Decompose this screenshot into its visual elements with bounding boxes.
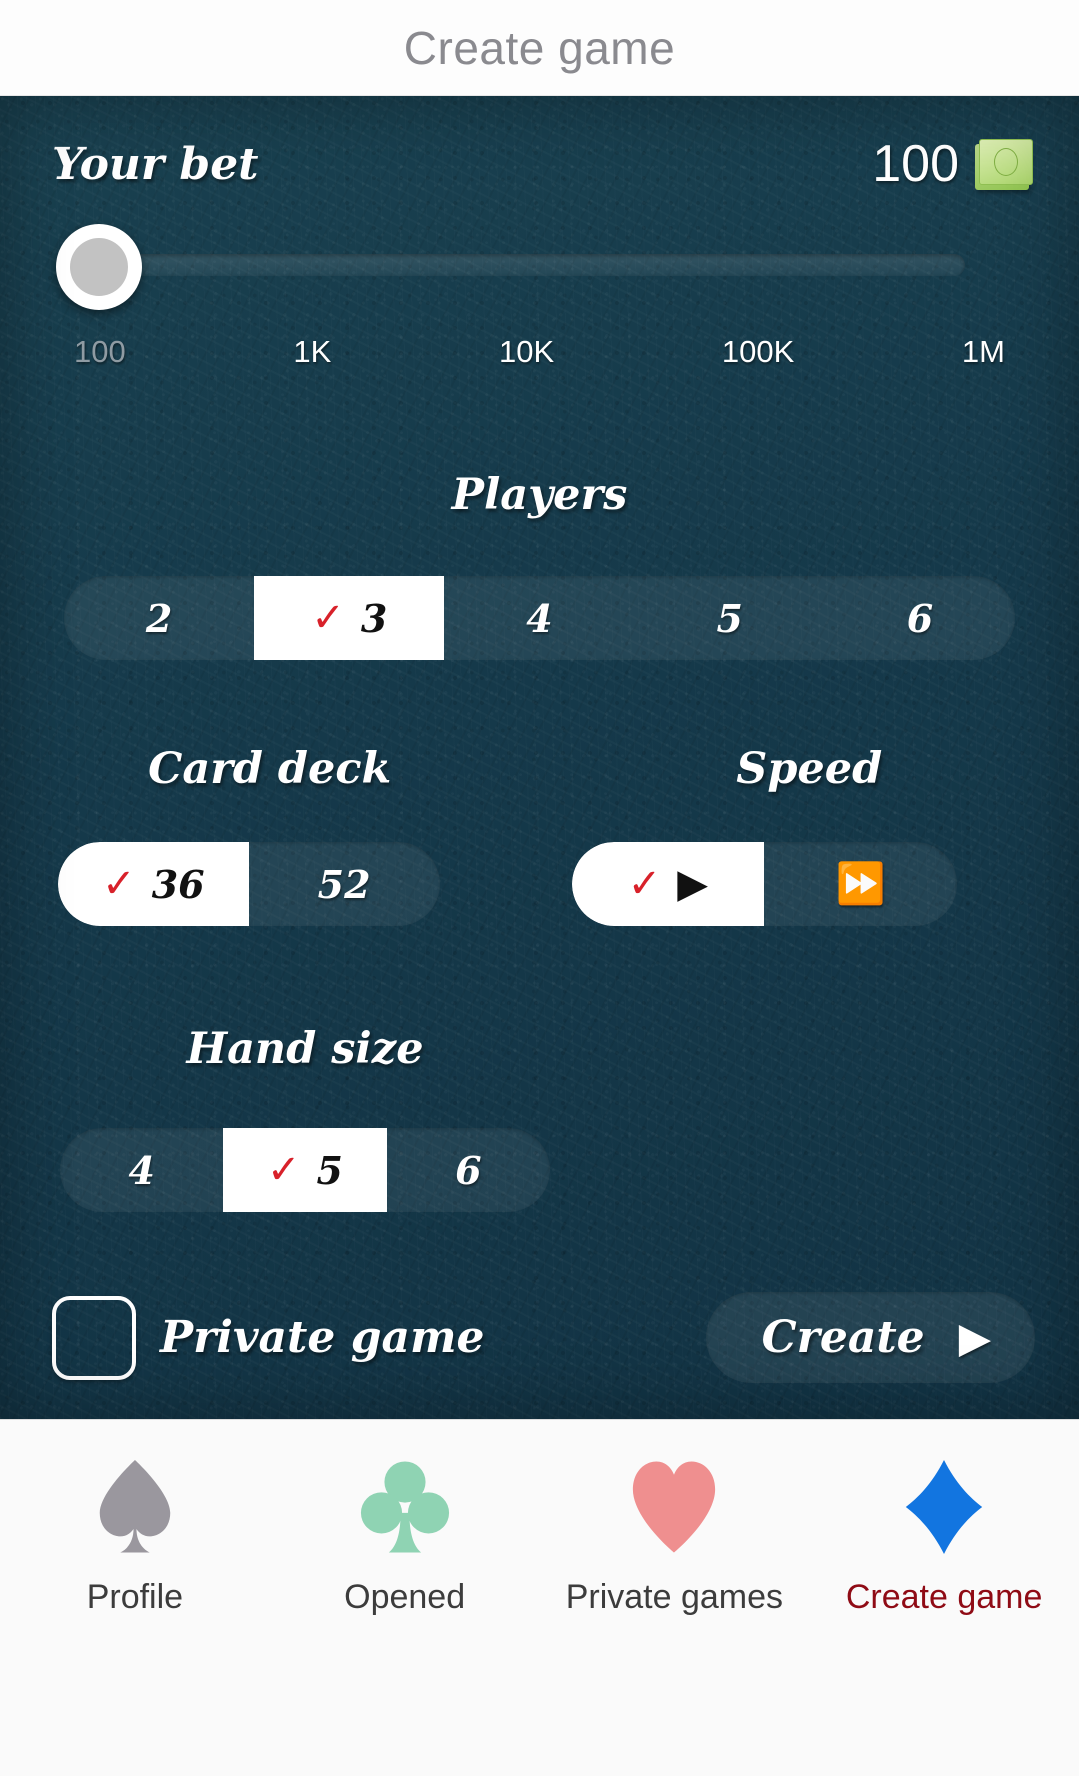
private-game-checkbox[interactable] [52,1295,136,1380]
players-segmented-control[interactable]: 2 ✓ 3 4 5 6 [64,576,1015,660]
page-title: Create game [403,21,676,74]
nav-label-profile: Profile [86,1578,184,1616]
players-option-4-label: 4 [526,595,553,641]
bet-tick-1m[interactable]: 1M [962,334,1005,370]
speed-segmented-control[interactable]: ✓ ▶ ⏩ [571,842,957,926]
card-deck-option-52-label: 52 [317,861,371,907]
bet-slider-track[interactable] [90,254,965,276]
check-icon: ✓ [267,1147,301,1193]
bet-value-group: 100 [872,134,1035,194]
nav-item-private-games[interactable]: Private games [540,1420,810,1617]
card-deck-option-36-label: 36 [151,861,205,907]
bet-slider[interactable]: 100 1K 10K 100K 1M [30,224,1049,369]
bottom-navigation: Profile Opened Private games Create game [0,1419,1079,1776]
card-deck-section: Card deck ✓ 36 52 [0,744,540,926]
speed-option-normal[interactable]: ✓ ▶ [571,842,765,926]
private-game-label: Private game [160,1312,485,1363]
check-icon: ✓ [102,861,136,907]
players-title: Players [451,470,628,520]
hand-size-option-5[interactable]: ✓ 5 [223,1128,387,1212]
nav-item-create-game[interactable]: Create game [809,1420,1079,1617]
players-option-5[interactable]: 5 [635,576,825,660]
hand-size-title: Hand size [186,1024,424,1074]
players-option-5-label: 5 [716,595,743,641]
hand-size-segmented-control[interactable]: 4 ✓ 5 6 [60,1128,550,1212]
game-settings-board: Your bet 100 100 1K 10K 100K 1M Players … [0,96,1079,1419]
create-button-label: Create [761,1312,925,1363]
hand-size-option-5-label: 5 [316,1147,343,1193]
check-icon: ✓ [311,595,345,641]
players-option-3-label: 3 [360,595,388,641]
speed-section: Speed ✓ ▶ ⏩ [540,744,1079,926]
hand-size-option-4[interactable]: 4 [60,1128,223,1212]
hand-size-option-6[interactable]: 6 [387,1128,550,1212]
bet-tick-1k[interactable]: 1K [293,334,331,370]
spade-icon [88,1454,182,1560]
hand-size-option-4-label: 4 [128,1147,155,1193]
page-header: Create game [0,0,1079,96]
card-deck-option-36[interactable]: ✓ 36 [58,842,249,926]
diamond-icon [897,1454,991,1560]
speed-title: Speed [736,744,883,794]
bet-label: Your bet [52,138,259,190]
bet-tick-10k[interactable]: 10K [499,334,554,370]
check-icon: ✓ [627,861,662,907]
players-option-6-label: 6 [906,595,934,641]
nav-label-create-game: Create game [845,1578,1043,1616]
players-option-2[interactable]: 2 [64,576,254,660]
players-option-2-label: 2 [145,595,173,641]
speed-option-fast[interactable]: ⏩ [764,842,957,926]
money-bill-icon [973,136,1035,192]
card-deck-option-52[interactable]: 52 [249,842,440,926]
bet-slider-ticks: 100 1K 10K 100K 1M [74,334,1005,370]
deck-speed-row: Card deck ✓ 36 52 Speed ✓ ▶ ⏩ [0,744,1079,926]
hand-size-option-6-label: 6 [455,1147,482,1193]
fast-speed-icon: ⏩ [835,860,886,907]
private-game-toggle[interactable]: Private game [52,1295,485,1380]
nav-label-private-games: Private games [565,1578,784,1616]
nav-item-opened[interactable]: Opened [270,1420,540,1617]
card-deck-segmented-control[interactable]: ✓ 36 52 [58,842,440,926]
players-option-4[interactable]: 4 [444,576,634,660]
bet-slider-thumb[interactable] [56,224,142,310]
players-option-3[interactable]: ✓ 3 [254,576,445,660]
club-icon [358,1454,452,1560]
actions-row: Private game Create ▶ [52,1292,1035,1383]
bet-tick-100[interactable]: 100 [74,334,126,370]
players-option-6[interactable]: 6 [825,576,1015,660]
heart-icon [627,1454,721,1560]
play-arrow-icon: ▶ [958,1313,991,1361]
nav-item-profile[interactable]: Profile [0,1420,270,1617]
bet-row: Your bet 100 [52,134,1035,194]
normal-speed-icon: ▶ [677,860,709,907]
card-deck-title: Card deck [148,744,392,794]
create-button[interactable]: Create ▶ [705,1292,1035,1383]
bet-value: 100 [872,135,959,193]
hand-size-section: Hand size 4 ✓ 5 6 [0,1024,1079,1212]
nav-label-opened: Opened [344,1578,466,1616]
bet-tick-100k[interactable]: 100K [722,334,794,370]
players-section: Players 2 ✓ 3 4 5 6 [0,470,1079,660]
